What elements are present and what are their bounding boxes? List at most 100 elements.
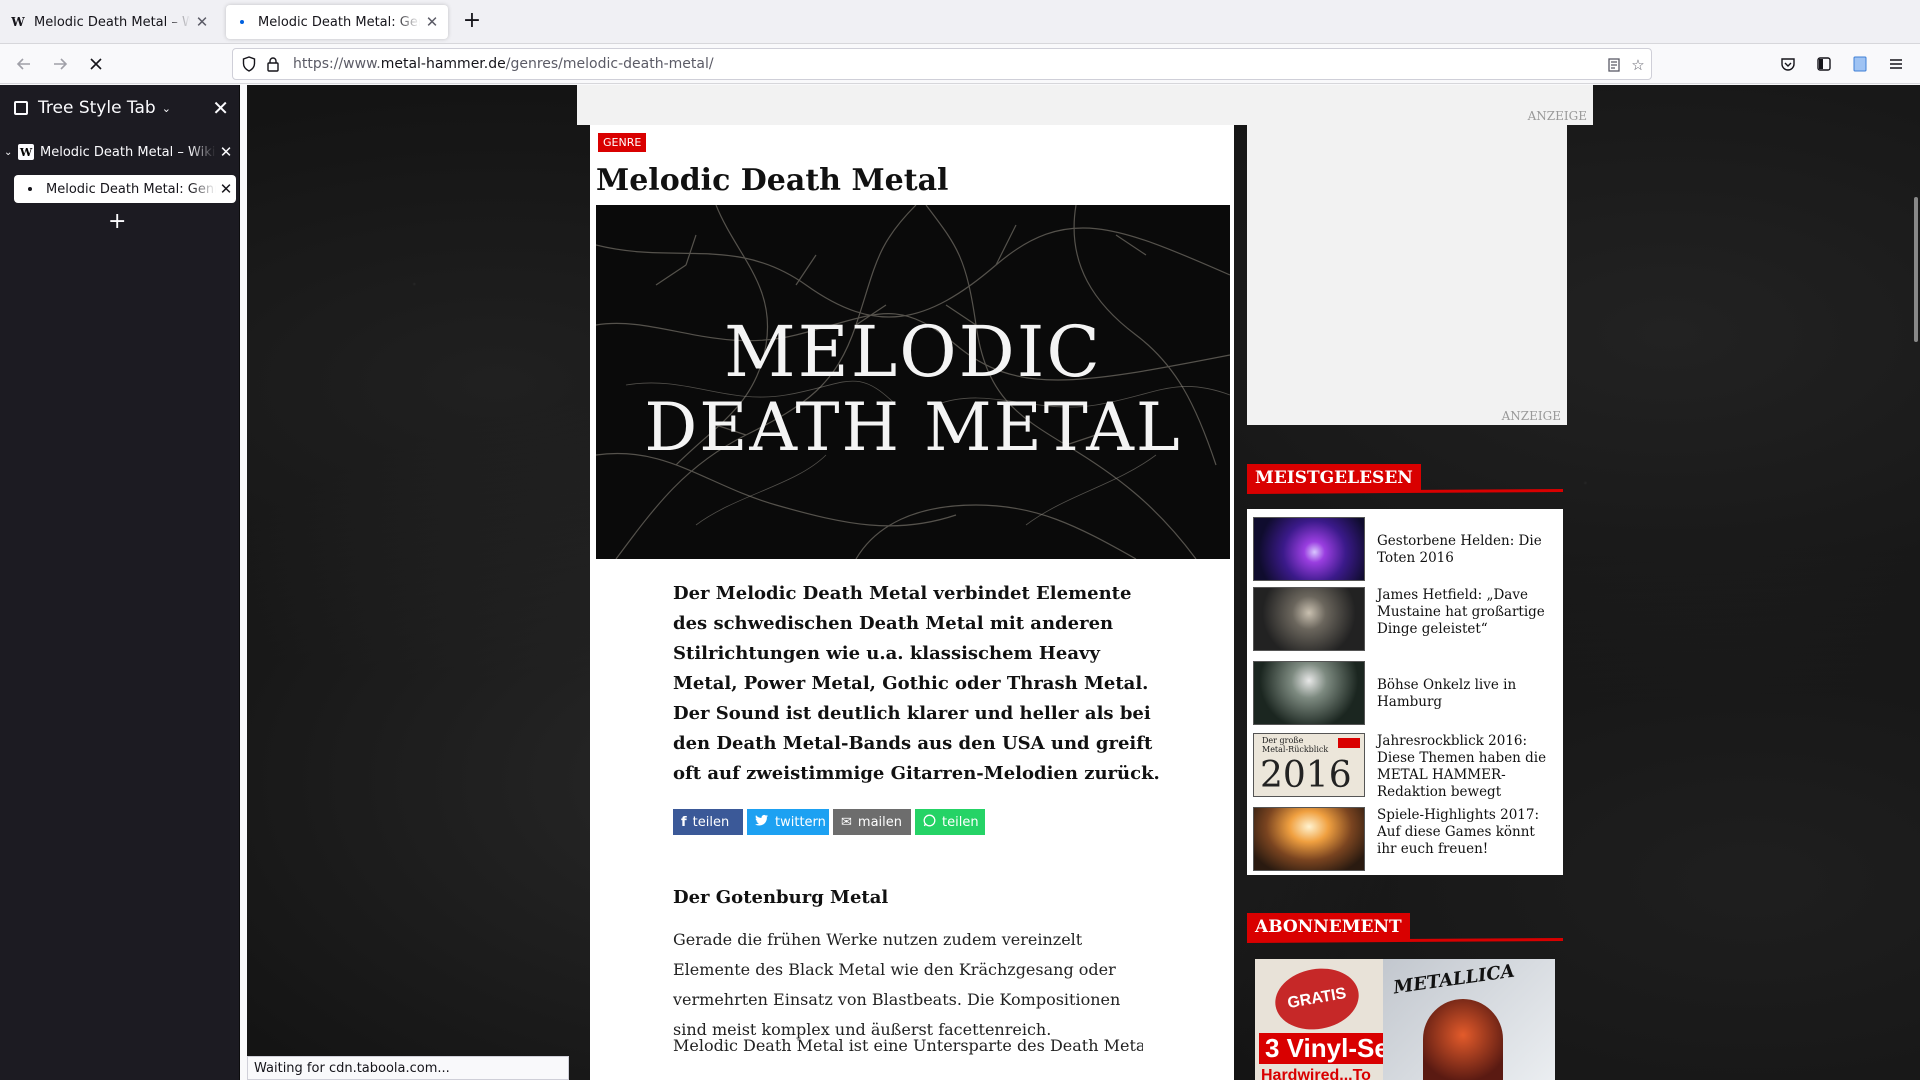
tab-title: Melodic Death Metal – Wikipedia xyxy=(34,14,190,30)
url-domain: metal-hammer.de xyxy=(380,56,506,72)
wikipedia-icon: W xyxy=(11,15,25,29)
whatsapp-share-label: teilen xyxy=(942,814,979,830)
mail-share-label: mailen xyxy=(857,814,902,830)
article-link[interactable]: Gestorbene Helden: Die Toten 2016 xyxy=(1377,533,1557,567)
list-item[interactable]: Spiele-Highlights 2017: Auf diese Games … xyxy=(1253,807,1557,871)
mail-icon: ✉ xyxy=(841,814,852,830)
twitter-share-button[interactable]: twittern xyxy=(747,809,829,835)
album-title-text: Hardwired...To xyxy=(1261,1067,1371,1080)
url-bar[interactable]: https://www.metal-hammer.de/genres/melod… xyxy=(232,48,1652,80)
thumbnail-caption: Der große Metal-Rückblick xyxy=(1262,736,1329,754)
article-link[interactable]: Spiele-Highlights 2017: Auf diese Games … xyxy=(1377,807,1557,858)
meistgelesen-list: Gestorbene Helden: Die Toten 2016 James … xyxy=(1247,509,1563,875)
thumbnail-image[interactable] xyxy=(1253,517,1365,581)
mail-share-button[interactable]: ✉ mailen xyxy=(833,809,911,835)
thumbnail-image[interactable] xyxy=(1253,587,1365,651)
top-ad-banner[interactable]: ANZEIGE xyxy=(577,85,1593,125)
lock-icon[interactable] xyxy=(265,56,281,72)
sidebar-tab-wikipedia[interactable]: ⌄ W Melodic Death Metal – Wikipedia ✕ xyxy=(4,138,236,166)
sidebar-close-icon[interactable]: ✕ xyxy=(212,96,229,120)
status-bar: Waiting for cdn.taboola.com... xyxy=(247,1056,569,1080)
loading-dot-icon xyxy=(234,14,250,30)
url-text[interactable]: https://www.metal-hammer.de/genres/melod… xyxy=(293,56,714,72)
facebook-share-label: teilen xyxy=(692,814,730,830)
loading-dot-icon xyxy=(28,187,32,191)
thumbnail-image[interactable] xyxy=(1253,807,1365,871)
list-item[interactable]: Der große Metal-Rückblick 2016 Jahresroc… xyxy=(1253,733,1557,800)
back-arrow-icon xyxy=(16,58,30,70)
sidebar-new-tab-button[interactable]: + xyxy=(108,209,126,234)
abonnement-title: ABONNEMENT xyxy=(1247,913,1410,941)
close-tab-icon[interactable]: ✕ xyxy=(216,143,236,161)
thumbnail-image[interactable] xyxy=(1253,661,1365,725)
metallica-logo: METALLICA xyxy=(1392,960,1516,999)
ad-label: ANZEIGE xyxy=(1527,109,1587,123)
tree-style-tab-icon xyxy=(14,101,28,115)
sidebar-title: Tree Style Tab xyxy=(38,98,156,118)
tab-title: Melodic Death Metal: Genre xyxy=(258,14,420,30)
article-link[interactable]: Böhse Onkelz live in Hamburg xyxy=(1377,677,1557,711)
body-paragraph: Gerade die frühen Werke nutzen zudem ver… xyxy=(673,930,1121,1039)
sidebar-header[interactable]: Tree Style Tab ⌄ xyxy=(0,85,239,131)
twitter-icon xyxy=(755,814,769,830)
tracking-protection-shield-icon[interactable] xyxy=(241,56,257,72)
hero-title-line-2: DEATH METAL xyxy=(644,389,1182,466)
forward-arrow-icon xyxy=(54,58,68,70)
navigation-toolbar: https://www.metal-hammer.de/genres/melod… xyxy=(0,44,1920,84)
chevron-down-icon[interactable]: ⌄ xyxy=(162,102,171,115)
whatsapp-share-button[interactable]: teilen xyxy=(915,809,985,835)
twisty-expanded-icon[interactable]: ⌄ xyxy=(4,147,16,158)
stop-icon xyxy=(90,58,102,70)
ad-label: ANZEIGE xyxy=(1501,409,1561,423)
close-tab-icon[interactable]: ✕ xyxy=(194,13,210,31)
sidebar-tab-metal-hammer[interactable]: Melodic Death Metal: Genre ✕ xyxy=(14,175,236,203)
article-link[interactable]: James Hetfield: „Dave Mustaine hat großa… xyxy=(1377,587,1557,638)
page-scrollbar[interactable] xyxy=(1914,197,1918,342)
back-button[interactable] xyxy=(10,50,38,78)
tree-style-tab-sidebar: Tree Style Tab ⌄ ✕ ⌄ W Melodic Death Met… xyxy=(0,85,240,1080)
tab-metal-hammer[interactable]: Melodic Death Metal: Genre ✕ xyxy=(226,5,448,39)
hero-image: MELODIC DEATH METAL xyxy=(596,205,1230,559)
gratis-badge: GRATIS xyxy=(1270,962,1364,1036)
extension-icon[interactable] xyxy=(1850,54,1870,74)
sidebar-ad[interactable]: ANZEIGE xyxy=(1247,125,1567,425)
stop-loading-button[interactable] xyxy=(82,50,110,78)
abonnement-heading: ABONNEMENT xyxy=(1247,913,1563,943)
pocket-icon[interactable] xyxy=(1778,54,1798,74)
close-tab-icon[interactable]: ✕ xyxy=(216,180,236,198)
whatsapp-icon xyxy=(923,814,936,831)
reader-view-icon[interactable] xyxy=(1605,56,1623,74)
article: GENRE Melodic Death Metal MELODIC DEATH … xyxy=(590,125,1234,1080)
list-item[interactable]: Gestorbene Helden: Die Toten 2016 xyxy=(1253,517,1557,581)
tab-strip: W Melodic Death Metal – Wikipedia ✕ Melo… xyxy=(0,0,1920,44)
list-item[interactable]: James Hetfield: „Dave Mustaine hat großa… xyxy=(1253,587,1557,651)
meistgelesen-heading: MEISTGELESEN xyxy=(1247,464,1563,494)
hero-title-line-1: MELODIC xyxy=(724,311,1102,393)
article-link[interactable]: Jahresrockblick 2016: Diese Themen haben… xyxy=(1377,733,1557,801)
facebook-share-button[interactable]: f teilen xyxy=(673,809,743,835)
abonnement-promo-image[interactable]: GRATIS 3 Vinyl-Set Hardwired...To METALL… xyxy=(1255,959,1555,1080)
url-path: /genres/melodic-death-metal/ xyxy=(505,56,714,72)
bookmark-star-icon[interactable]: ☆ xyxy=(1629,56,1647,74)
section-heading: Der Gotenburg Metal xyxy=(673,887,889,908)
genre-badge[interactable]: GENRE xyxy=(598,133,647,152)
sidebar-tab-title: Melodic Death Metal: Genre xyxy=(46,181,216,197)
sidebar-toggle-icon[interactable] xyxy=(1814,54,1834,74)
new-tab-button[interactable]: + xyxy=(458,8,486,36)
menu-icon[interactable] xyxy=(1886,54,1906,74)
facebook-icon: f xyxy=(681,814,687,830)
url-prefix: https://www. xyxy=(293,56,381,72)
page-title: Melodic Death Metal xyxy=(596,163,949,198)
forward-button[interactable] xyxy=(46,50,74,78)
wikipedia-icon: W xyxy=(18,144,34,160)
sidebar-tab-title: Melodic Death Metal – Wikipedia xyxy=(40,144,216,160)
tab-wikipedia[interactable]: W Melodic Death Metal – Wikipedia ✕ xyxy=(2,5,218,39)
list-item[interactable]: Böhse Onkelz live in Hamburg xyxy=(1253,661,1557,725)
close-tab-icon[interactable]: ✕ xyxy=(424,13,440,31)
thumbnail-year: 2016 xyxy=(1260,755,1352,796)
share-buttons: f teilen twittern ✉ mailen teilen xyxy=(673,809,985,835)
thumbnail-image[interactable]: Der große Metal-Rückblick 2016 xyxy=(1253,733,1365,797)
body-paragraph: Melodic Death Metal ist eine Untersparte… xyxy=(673,1036,1143,1055)
meistgelesen-title: MEISTGELESEN xyxy=(1247,464,1421,492)
album-face-art xyxy=(1423,999,1503,1080)
